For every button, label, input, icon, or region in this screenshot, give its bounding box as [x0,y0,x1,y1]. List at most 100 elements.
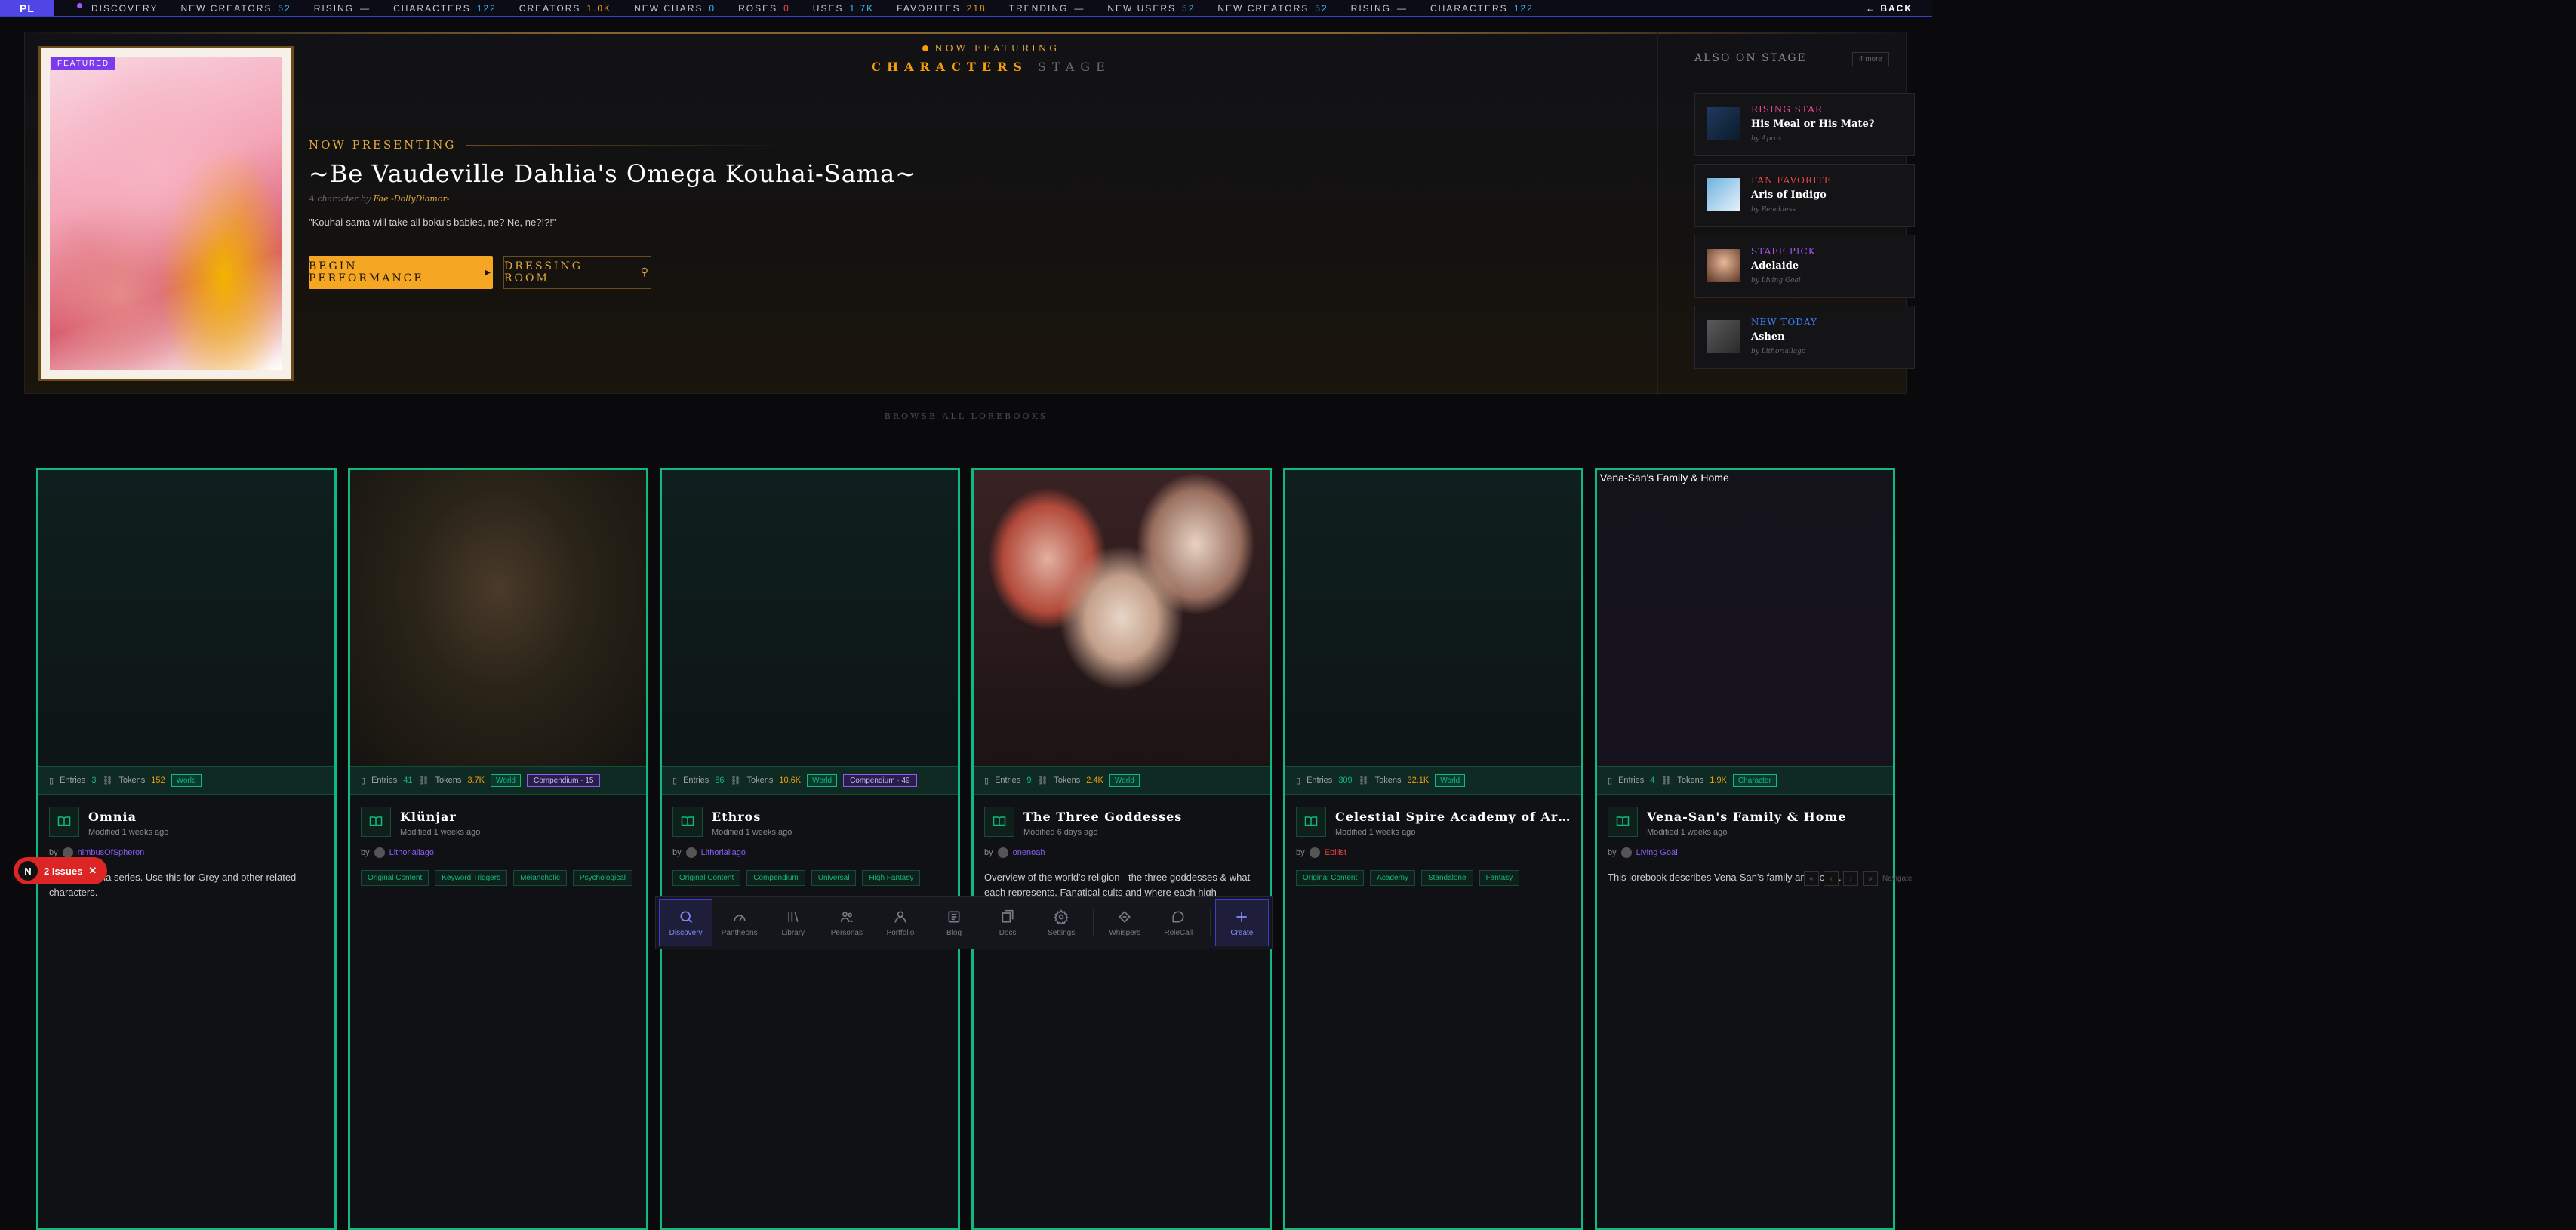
gear-icon [1054,909,1069,924]
app-logo[interactable]: PL [0,0,54,16]
also-card[interactable]: NEW TODAY Ashen by Lithoriallago [1694,306,1915,369]
also-thumb [1707,249,1740,282]
tag[interactable]: Fantasy [1479,870,1520,886]
dock-blog[interactable]: Blog [927,899,980,946]
lorebook-card[interactable]: Vena-San's Family & Home ▯ Entries 4 ⛓ Toke… [1595,468,1895,1230]
tag[interactable]: Compendium [746,870,805,886]
dock-settings[interactable]: Settings [1035,899,1088,946]
featured-quote: "Kouhai-sama will take all boku's babies… [309,217,556,228]
avatar [997,847,1008,858]
lorebook-author[interactable]: by Lithoriallago [361,847,434,858]
library-icon [788,911,799,922]
play-icon: ▸ [485,266,493,278]
tag[interactable]: Psychological [572,870,633,886]
back-button[interactable]: ← BACK [1866,3,1913,14]
whisper-icon [1119,910,1131,923]
dock-portfolio[interactable]: Portfolio [873,899,927,946]
last-page-button[interactable]: » [1863,871,1878,886]
dock-create[interactable]: Create [1214,899,1269,946]
also-tag: NEW TODAY [1751,317,1817,327]
lorebook-meta: ▯ Entries 3 ⛓ Tokens 152 World [38,766,334,795]
type-badge: World [807,773,838,787]
lorebook-author[interactable]: by nimbusOfSpheron [49,847,144,858]
more-button[interactable]: 4 more [1851,52,1889,66]
type-badge: World [491,773,521,787]
gauge-icon [734,915,746,921]
lorebook-author[interactable]: by Ebilist [1296,847,1346,858]
also-card[interactable]: RISING STAR His Meal or His Mate? by Apr… [1694,93,1915,156]
lorebook-modified: Modified 6 days ago [1023,828,1098,837]
lorebook-card[interactable]: ▯ Entries 9 ⛓ Tokens 2.4K World The Three Go… [971,468,1272,1230]
lorebook-tags: Original Content Academy Standalone Fant… [1296,870,1575,886]
lorebook-card[interactable]: ▯ Entries 309 ⛓ Tokens 32.1K World Celestial… [1283,468,1583,1230]
divider [25,32,1906,34]
dock-rolecall[interactable]: RoleCall [1152,899,1205,946]
lorebook-image [974,470,1270,766]
tag[interactable]: Standalone [1420,870,1473,886]
also-by: by Lithoriallago [1751,348,1806,355]
avatar [1620,847,1632,858]
featured-author[interactable]: Fae -DollyDiamor- [374,194,450,204]
dock-separator [1209,909,1211,936]
also-by: by Aprox [1751,135,1782,143]
also-card[interactable]: FAN FAVORITE Aris of Indigo by Beackless [1694,164,1915,227]
ticker-item-discovery: DISCOVERY [77,2,158,14]
tag[interactable]: Academy [1370,870,1415,886]
book-icon: ▯ [361,776,366,786]
tag[interactable]: High Fantasy [862,870,921,886]
close-icon[interactable]: ✕ [88,865,97,877]
lorebook-card[interactable]: ▯ Entries 86 ⛓ Tokens 10.6K World Compendium… [660,468,960,1230]
lorebook-author[interactable]: by Living Goal [1608,847,1678,858]
lorebook-card[interactable]: ▯ Entries 3 ⛓ Tokens 152 World Omnia Modifie… [36,468,337,1230]
avatar [62,847,73,858]
also-card[interactable]: STAFF PICK Adelaide by Living Goal [1694,235,1915,298]
tag[interactable]: Original Content [1296,870,1365,886]
compendium-badge: Compendium · 15 [526,773,601,787]
tokens-icon: ⛓ [1660,776,1672,786]
issues-badge[interactable]: N 2 Issues ✕ [14,857,108,884]
lorebook-card[interactable]: ▯ Entries 41 ⛓ Tokens 3.7K World Compendium … [348,468,648,1230]
ticker-item-favorites: FAVORITES 218 [897,2,986,14]
tokens-icon: ⛓ [418,776,429,786]
next-page-button[interactable]: › [1843,871,1858,886]
dock-personas[interactable]: Personas [820,899,873,946]
type-badge: World [1109,773,1140,787]
dressing-room-button[interactable]: DRESSING ROOM ⚲ [503,256,651,289]
search-icon [680,911,692,923]
lorebook-author[interactable]: by Lithoriallago [672,847,746,858]
lorebook-title: Klünjar [400,810,457,824]
first-page-button[interactable]: « [1804,871,1819,886]
dock-library[interactable]: Library [766,899,820,946]
tag[interactable]: Original Content [672,870,741,886]
tag[interactable]: Universal [811,870,857,886]
type-badge: World [1435,773,1466,787]
book-icon [984,807,1014,837]
tag[interactable]: Melancholic [513,870,567,886]
tag[interactable]: Keyword Triggers [435,870,508,886]
dot-icon [77,2,82,8]
ticker-item-new-users: NEW USERS 52 [1107,2,1196,14]
dock-docs[interactable]: Docs [981,899,1035,946]
featured-title[interactable]: ~Be Vaudeville Dahlia's Omega Kouhai-Sam… [309,159,916,188]
lorebook-author[interactable]: by onenoah [984,847,1045,858]
featured-poster[interactable]: FEATURED [38,46,294,381]
ticker-item-roses: ROSES 0 [738,2,790,14]
newspaper-icon [948,911,960,922]
now-featuring: NOW FEATURING [870,43,1112,54]
tag[interactable]: Original Content [361,870,429,886]
prev-page-button[interactable]: ‹ [1824,871,1839,886]
type-badge: Character [1732,773,1777,787]
also-tag: RISING STAR [1751,104,1823,115]
user-icon [894,911,906,923]
docs-icon [1002,909,1014,922]
dock-pantheons[interactable]: Pantheons [712,899,766,946]
also-tag: STAFF PICK [1751,246,1816,257]
type-badge: World [171,773,202,787]
dock-discovery[interactable]: Discovery [659,899,713,946]
begin-performance-button[interactable]: BEGIN PERFORMANCE ▸ [309,256,493,289]
dock-whispers[interactable]: Whispers [1098,899,1152,946]
also-thumb [1707,107,1740,140]
lorebook-meta: ▯ Entries 41 ⛓ Tokens 3.7K World Compendium … [350,766,646,795]
browse-all-lorebooks[interactable]: BROWSE ALL LOREBOOKS [0,411,1932,421]
plus-icon [1236,911,1248,922]
